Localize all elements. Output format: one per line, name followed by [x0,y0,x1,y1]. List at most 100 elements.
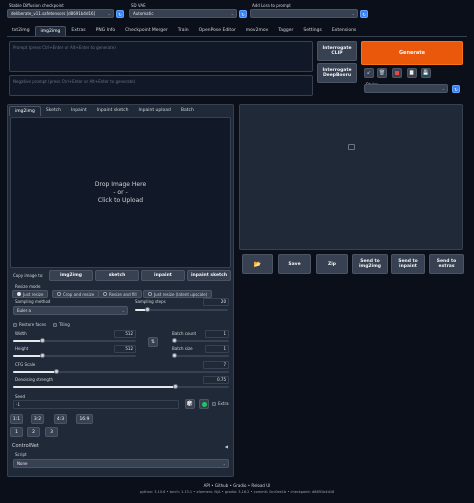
tab-extras[interactable]: Extras [66,26,90,36]
lora-select[interactable]: ⌄ [250,9,358,18]
send-to-img2img-button[interactable]: Send to img2img [352,254,388,274]
trash-button[interactable]: 🗑 [377,68,387,78]
slider-knob[interactable] [40,353,46,358]
refresh-styles-button[interactable]: ↻ [452,85,460,93]
multiplier-button[interactable]: 1 [10,427,23,437]
open-folder-button[interactable]: 📂 [242,254,273,274]
multiplier-button[interactable]: 3 [45,427,58,437]
seed-input[interactable]: -1 [13,400,179,409]
tab-tagger[interactable]: Tagger [273,26,298,36]
tab-settings[interactable]: Settings [298,26,326,36]
resize-option-fill[interactable]: Resize and fill [98,290,142,298]
batch-count-slider[interactable] [172,338,229,343]
cfg-scale-input[interactable]: 7 [203,361,229,369]
tiling-checkbox[interactable]: Tiling [53,322,70,327]
negative-prompt-input[interactable]: Negative prompt (press Ctrl+Enter or Alt… [9,75,313,96]
denoising-input[interactable]: 0.75 [203,376,229,384]
ratio-label: 4:3 [56,416,65,422]
footer-link-gradio[interactable]: Gradio [233,483,246,488]
resize-option-crop[interactable]: Crop and resize [52,290,100,298]
swap-dimensions-button[interactable]: ⇅ [148,337,158,347]
tab-img2img[interactable]: img2img [34,26,67,36]
styles-select[interactable]: ⌄ [364,84,448,93]
trash-icon: 🗑 [378,70,386,76]
batch-size-input[interactable]: 1 [205,345,229,353]
tab-batch[interactable]: Batch [176,106,199,116]
radio-dot [57,292,61,296]
slider-knob[interactable] [172,384,178,389]
tab-img2img[interactable]: img2img [9,106,41,116]
footer-link-github[interactable]: Github [215,483,228,488]
send-to-inpaint-button[interactable]: Send to inpaint [391,254,425,274]
batch-count-input[interactable]: 1 [205,330,229,338]
batch-size-slider[interactable] [172,353,229,358]
tab-train[interactable]: Train [173,26,194,36]
slider-knob[interactable] [172,353,177,358]
prompt-input[interactable]: Prompt (press Ctrl+Enter or Alt+Enter to… [9,41,313,72]
slider-knob[interactable] [40,338,46,343]
extra-seed-checkbox[interactable]: Extra [212,401,229,406]
slider-knob[interactable] [53,369,59,374]
height-slider[interactable] [13,353,136,358]
ratio-button[interactable]: 16:9 [76,414,93,424]
refresh-lora-button[interactable]: ↻ [360,10,368,18]
sampling-method-select[interactable]: Euler a ⌄ [13,306,128,315]
vae-label: SD VAE [131,3,146,8]
copy-to-inpaint-button[interactable]: inpaint [141,270,185,281]
ratio-button[interactable]: 4:3 [54,414,67,424]
resize-option-just[interactable]: Just resize [12,290,49,298]
sampling-steps-label: Sampling steps [135,299,166,304]
tab-mov2mov[interactable]: mov2mov [241,26,273,36]
tab-inpaint[interactable]: Inpaint [66,106,92,116]
footer-link-reload-ui[interactable]: Reload UI [251,483,270,488]
multiplier-label: 3 [50,429,53,435]
read-params-button[interactable]: ↙ [364,68,374,78]
apply-style-button[interactable]: 📋 [407,68,417,78]
save-style-button[interactable]: 💾 [421,68,431,78]
copy-btn-label: img2img [59,273,83,278]
image-drop-area[interactable]: Drop Image Here - or - Click to Upload [10,117,231,268]
denoising-slider[interactable] [13,384,229,389]
tab-txt2img[interactable]: txt2img [7,26,35,36]
sampling-steps-slider[interactable] [135,307,228,312]
sampling-steps-input[interactable]: 20 [203,298,229,306]
ratio-button[interactable]: 3:2 [31,414,44,424]
save-button[interactable]: Save [278,254,311,274]
copy-to-sketch-button[interactable]: sketch [95,270,139,281]
random-seed-button[interactable]: 🎲 [185,399,195,409]
width-slider[interactable] [13,338,136,343]
height-input[interactable]: 512 [114,345,136,353]
copy-to-img2img-button[interactable]: img2img [49,270,93,281]
slider-knob[interactable] [172,338,177,343]
controlnet-accordion[interactable]: ControlNet ◀ [10,442,231,451]
width-input[interactable]: 512 [114,330,136,338]
cfg-scale-slider[interactable] [13,369,229,374]
multiplier-button[interactable]: 2 [27,427,40,437]
copy-to-inpaint-sketch-button[interactable]: inpaint sketch [187,270,231,281]
script-select[interactable]: None ⌄ [13,459,229,468]
interrogate-deepbooru-button[interactable]: Interrogate DeepBooru [317,63,357,83]
interrogate-clip-button[interactable]: Interrogate CLIP [317,41,357,61]
ratio-button[interactable]: 1:1 [10,414,23,424]
tab-png-info[interactable]: PNG Info [91,26,121,36]
send-to-extras-button[interactable]: Send to extras [429,254,464,274]
resize-option-latent[interactable]: Just resize (latent upscale) [143,290,213,298]
tab-inpaint-sketch[interactable]: Inpaint sketch [92,106,134,116]
tab-checkpoint-merger[interactable]: Checkpoint Merger [120,26,173,36]
restore-faces-checkbox[interactable]: Restore faces [13,322,46,327]
checkpoint-select[interactable]: deliberate_v11.safetensors [d8691b4d16] ⌄ [7,9,114,18]
vae-select[interactable]: Automatic ⌄ [129,9,237,18]
tab-sketch[interactable]: Sketch [41,106,66,116]
seed-value: -1 [16,402,20,407]
refresh-vae-button[interactable]: ↻ [239,10,247,18]
slider-knob[interactable] [144,307,150,312]
extra-networks-button[interactable] [392,68,402,78]
tab-extensions[interactable]: Extensions [327,26,361,36]
tab-inpaint-upload[interactable]: Inpaint upload [133,106,175,116]
resize-option-label: Just resize [23,291,44,297]
refresh-checkpoint-button[interactable]: ↻ [116,10,124,18]
reuse-seed-button[interactable] [199,399,209,409]
generate-button[interactable]: Generate [361,41,463,65]
zip-button[interactable]: Zip [316,254,348,274]
tab-openpose-editor[interactable]: OpenPose Editor [194,26,241,36]
